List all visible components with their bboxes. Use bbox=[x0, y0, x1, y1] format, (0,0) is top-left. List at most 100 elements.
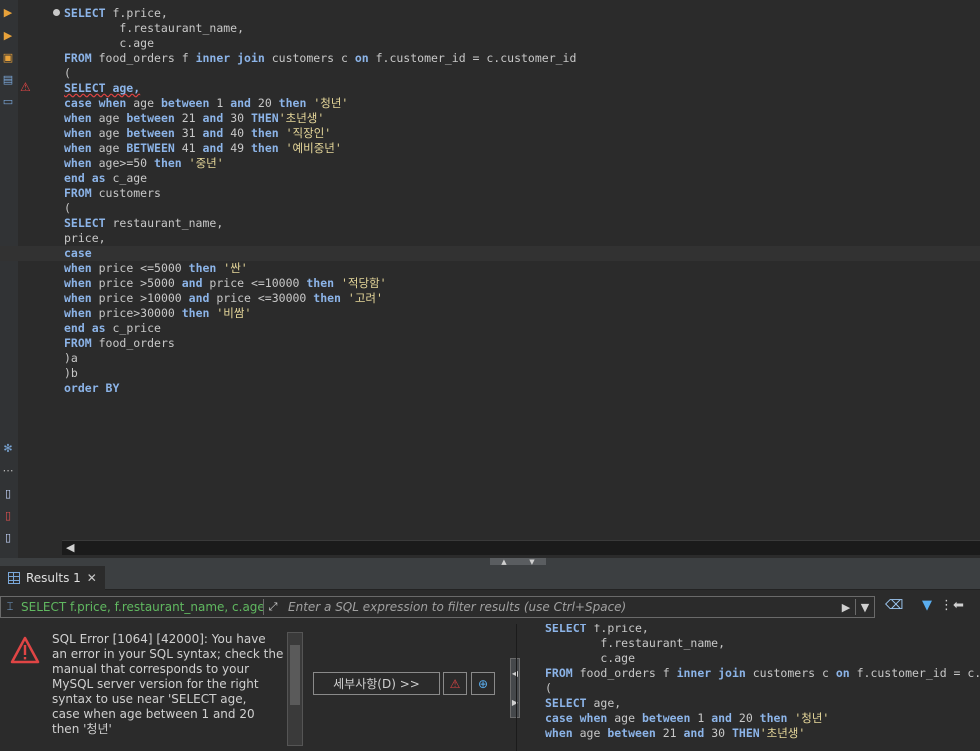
code-token: '예비중년' bbox=[285, 141, 342, 155]
marker-column: ⚠ bbox=[18, 0, 48, 540]
execute-new-tab-icon[interactable]: ▶ bbox=[1, 28, 15, 42]
editor-horizontal-scrollbar[interactable]: ◀ bbox=[62, 540, 980, 555]
code-token: FROM bbox=[64, 51, 92, 65]
code-token: c.age bbox=[64, 36, 155, 50]
load-file-icon[interactable]: ▯ bbox=[1, 530, 15, 544]
settings-gear-icon[interactable]: ✻ bbox=[1, 441, 15, 455]
explain-plan-icon[interactable]: ▤ bbox=[1, 72, 15, 86]
error-log-icon[interactable]: ⚠ bbox=[443, 672, 467, 695]
code-token: c_age bbox=[105, 171, 148, 185]
console-icon[interactable]: ▭ bbox=[1, 94, 15, 108]
splitter-grip[interactable]: ▲ ▼ bbox=[490, 558, 546, 566]
code-token: '청년' bbox=[313, 96, 349, 110]
code-token: SELECT age, bbox=[64, 81, 141, 95]
code-line: SELECT age, bbox=[64, 81, 980, 96]
execute-script-icon[interactable]: ▣ bbox=[1, 50, 15, 64]
code-token: price, bbox=[64, 231, 106, 245]
back-arrow-icon[interactable]: ⬅ bbox=[953, 598, 964, 613]
code-token: and bbox=[181, 276, 203, 290]
panel-splitter[interactable]: ▲ ▼ bbox=[0, 558, 980, 566]
code-token: )a bbox=[64, 351, 78, 365]
code-token: end as bbox=[64, 171, 106, 185]
execute-statement-icon[interactable]: ▶ bbox=[1, 5, 15, 19]
code-token: f.price, bbox=[105, 6, 168, 20]
error-sql-preview: SELECT f.price, f.restaurant_name, c.age… bbox=[516, 624, 980, 751]
filter-query-text: SELECT f.price, f.restaurant_name, c.age bbox=[21, 600, 263, 614]
code-line: when price >5000 and price <=10000 then … bbox=[64, 276, 980, 291]
code-token: )b bbox=[64, 366, 78, 380]
code-token: age bbox=[91, 111, 127, 125]
code-token: and bbox=[230, 96, 251, 110]
code-token: price <=5000 bbox=[91, 261, 189, 275]
code-token: between bbox=[160, 96, 210, 110]
code-token: between bbox=[641, 711, 691, 725]
code-token: SELECT bbox=[545, 696, 587, 710]
code-token: restaurant_name, bbox=[105, 216, 224, 230]
code-token: age bbox=[91, 141, 127, 155]
export-icon[interactable]: ▯ bbox=[1, 486, 15, 500]
code-token: when bbox=[64, 126, 92, 140]
code-token: case bbox=[64, 246, 92, 260]
code-token: 1 bbox=[690, 711, 712, 725]
code-token: case when bbox=[545, 711, 608, 725]
expand-icon[interactable]: ⤢ bbox=[264, 600, 282, 614]
code-token: age, bbox=[586, 696, 622, 710]
code-token: when bbox=[64, 111, 92, 125]
code-line: ( bbox=[64, 66, 980, 81]
code-token: end as bbox=[64, 321, 106, 335]
code-token: 30 bbox=[223, 111, 251, 125]
code-token: price>30000 bbox=[91, 306, 182, 320]
filter-history-dropdown-icon[interactable]: ▼ bbox=[856, 601, 874, 614]
code-line: FROM food_orders f inner join customers … bbox=[545, 666, 980, 681]
code-line: order BY bbox=[64, 381, 980, 396]
delete-file-icon[interactable]: ▯ bbox=[1, 508, 15, 522]
more-dots-icon[interactable]: ⋯ bbox=[1, 463, 15, 477]
error-warning-icon: ⚠ bbox=[20, 80, 31, 94]
scroll-thumb[interactable] bbox=[290, 645, 300, 705]
more-menu-icon[interactable]: ⋮ bbox=[940, 598, 953, 613]
code-token: price <=10000 bbox=[202, 276, 307, 290]
close-icon[interactable]: ✕ bbox=[87, 571, 97, 585]
code-token: food_orders f bbox=[91, 51, 196, 65]
code-line: f.restaurant_name, bbox=[64, 21, 980, 36]
apply-filter-icon[interactable]: ▶ bbox=[837, 601, 855, 614]
clear-filter-icon[interactable]: ⌫ bbox=[885, 598, 903, 613]
code-token: age bbox=[607, 711, 642, 725]
code-token: when bbox=[64, 261, 92, 275]
code-token: FROM bbox=[545, 666, 573, 680]
code-line: price, bbox=[64, 231, 980, 246]
tab-results-1[interactable]: Results 1 ✕ bbox=[0, 566, 105, 590]
code-token: when bbox=[64, 141, 92, 155]
code-token: 20 bbox=[731, 711, 760, 725]
results-tabbar: Results 1 ✕ bbox=[0, 566, 980, 590]
code-token: 41 bbox=[174, 141, 203, 155]
code-line: when price >10000 and price <=30000 then… bbox=[64, 291, 980, 306]
sql-editor[interactable]: ▶ ▶ ▣ ▤ ▭ ✻ ⋯ ▯ ▯ ▯ ⚠ SELECT f.price, f.… bbox=[0, 0, 980, 558]
code-token: age>=50 bbox=[91, 156, 155, 170]
statement-dot-icon bbox=[53, 9, 60, 16]
code-line: SELECT f.price, bbox=[545, 624, 980, 636]
filter-bar: ⌶ SELECT f.price, f.restaurant_name, c.a… bbox=[0, 596, 980, 618]
details-button[interactable]: 세부사항(D) >> bbox=[313, 672, 440, 695]
funnel-icon[interactable]: ▼ bbox=[922, 598, 932, 613]
code-line: end as c_age bbox=[64, 171, 980, 186]
scroll-left-icon[interactable]: ◀ bbox=[66, 541, 74, 555]
code-line: )b bbox=[64, 366, 980, 381]
search-solution-icon[interactable]: ⊕ bbox=[471, 672, 495, 695]
code-token: price <=30000 bbox=[209, 291, 314, 305]
code-token: FROM bbox=[64, 186, 92, 200]
code-token: 20 bbox=[250, 96, 279, 110]
editor-toolbar: ▶ ▶ ▣ ▤ ▭ ✻ ⋯ ▯ ▯ ▯ bbox=[0, 0, 18, 558]
code-area[interactable]: SELECT f.price, f.restaurant_name, c.age… bbox=[0, 6, 980, 396]
code-token: '고려' bbox=[347, 291, 383, 305]
code-token: c.age bbox=[545, 651, 636, 665]
error-scrollbar[interactable] bbox=[287, 632, 303, 746]
code-token: SELECT bbox=[545, 624, 587, 635]
code-token: '초년생' bbox=[278, 111, 325, 125]
filter-input[interactable] bbox=[282, 600, 837, 614]
code-token: then bbox=[278, 96, 307, 110]
code-token: ( bbox=[64, 66, 71, 80]
